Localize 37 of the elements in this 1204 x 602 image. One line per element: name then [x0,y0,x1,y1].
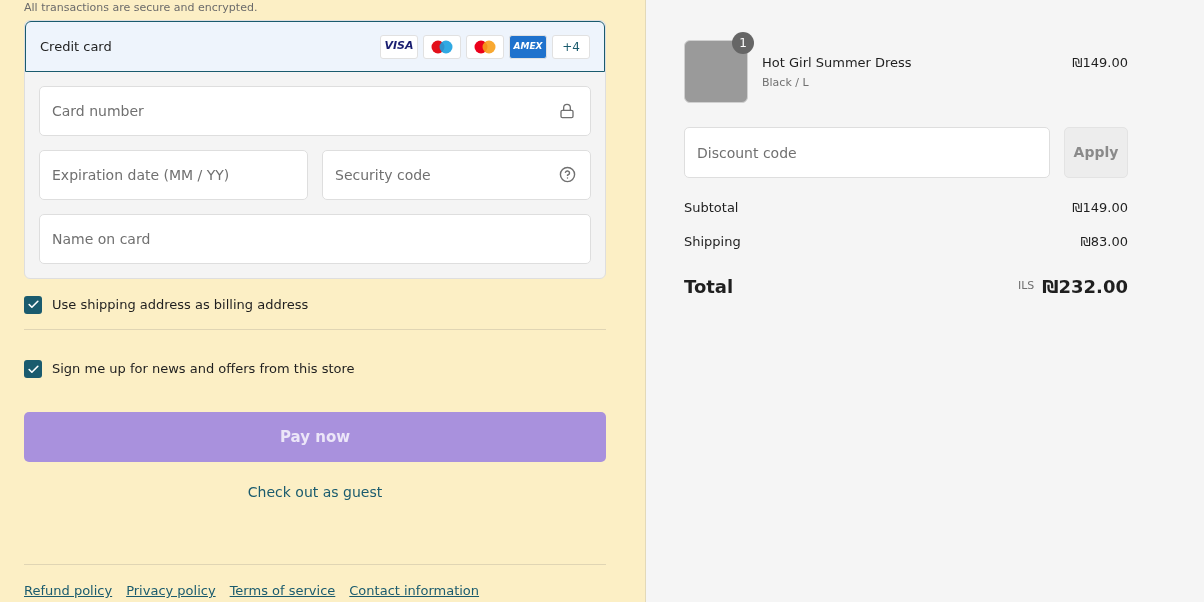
summary-label: Subtotal [684,199,739,217]
footer-link[interactable]: Terms of service [229,581,336,601]
maestro-logo [423,34,461,59]
product-price: ₪149.00 [1072,54,1128,72]
product-name: Hot Girl Summer Dress [762,54,912,72]
checkbox-label: Use shipping address as billing address [52,295,309,314]
discount-code-field[interactable]: Discount code [684,127,1050,178]
product-photo-placeholder [684,40,748,103]
payment-method-tab[interactable]: Credit card VISA AMEX +4 [25,21,605,72]
total-value: ₪232.00 [1042,275,1128,299]
total-label: Total [684,275,734,299]
lock-icon [559,103,575,119]
checkbox[interactable] [24,360,42,378]
input-field[interactable]: Name on card [39,214,591,264]
visa-logo: VISA [380,34,418,59]
footer-link[interactable]: Contact information [349,581,480,601]
currency-code: ILS [1017,278,1035,295]
footer-link[interactable]: Privacy policy [126,581,216,601]
check-icon [26,298,40,311]
mastercard-logo [466,34,504,59]
secure-note: All transactions are secure and encrypted. [24,0,259,16]
footer-link[interactable]: Refund policy [24,581,113,601]
quantity-badge: 1 [732,32,754,54]
product-variant: Black / L [762,74,810,91]
help-icon[interactable] [559,166,576,183]
input-field[interactable]: Security code [322,150,591,200]
input-field[interactable]: Expiration date (MM / YY) [39,150,308,200]
summary-value: ₪149.00 [1072,199,1128,217]
check-icon [26,362,40,376]
checkbox[interactable] [24,295,42,314]
amex-logo: AMEX [509,34,547,59]
checkbox-label: Sign me up for news and offers from this store [52,360,355,379]
input-field[interactable]: Card number [39,86,591,136]
more-cards-badge: +4 [552,34,590,59]
summary-value: ₪83.00 [1080,232,1128,251]
summary-label: Shipping [684,232,741,251]
guest-checkout-link[interactable]: Check out as guest [247,482,383,503]
